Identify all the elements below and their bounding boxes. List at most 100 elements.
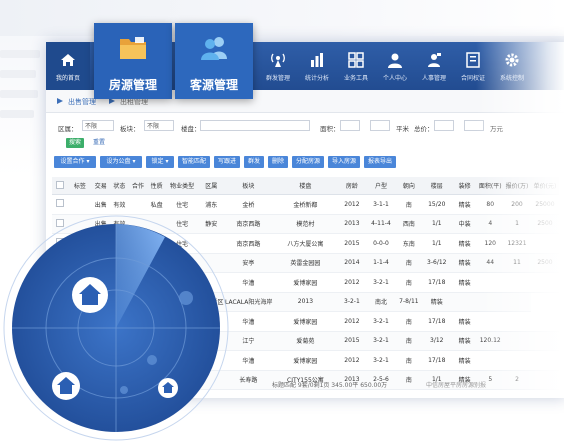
- table-cell: 英雷金园园: [272, 253, 338, 273]
- tile-listing-label: 房源管理: [108, 78, 157, 92]
- lock-button[interactable]: 锁定 ▾: [146, 156, 174, 168]
- size-unit: 平米: [396, 125, 409, 133]
- table-cell: 精装: [451, 233, 478, 254]
- table-cell: 2014: [337, 253, 366, 273]
- nav-system[interactable]: 系统控制: [492, 42, 532, 90]
- nav-home[interactable]: 我的首页: [46, 42, 90, 90]
- table-cell: 2012: [337, 311, 366, 332]
- column-header: 板块: [224, 177, 273, 195]
- table-cell: 1/1: [421, 233, 452, 254]
- table-cell: [530, 311, 559, 332]
- set-public-button[interactable]: 设为公盘 ▾: [100, 156, 142, 168]
- table-cell: 精装: [451, 350, 478, 371]
- column-header: 区属: [198, 177, 225, 195]
- table-cell: 精装: [421, 292, 452, 312]
- block-label: 板块：: [120, 125, 140, 133]
- id-card-icon: [428, 53, 441, 67]
- table-cell: 中装: [451, 214, 478, 234]
- table-cell: 1: [503, 214, 531, 234]
- tab-sale[interactable]: 出售管理: [68, 97, 96, 107]
- set-cooperation-button[interactable]: 设置合作 ▾: [54, 156, 96, 168]
- row-checkbox[interactable]: [56, 199, 65, 208]
- table-cell: 4: [477, 214, 504, 234]
- select-all-checkbox-header[interactable]: [52, 177, 69, 195]
- reset-button[interactable]: 重置: [90, 138, 108, 148]
- nav-hr[interactable]: 人事管理: [414, 42, 454, 90]
- table-cell: 南: [396, 272, 422, 293]
- table-cell: 模范村: [272, 214, 338, 234]
- search-button[interactable]: 搜索: [66, 138, 84, 148]
- followup-button[interactable]: 写跟进: [214, 156, 240, 168]
- export-report-button[interactable]: 报表导出: [364, 156, 396, 168]
- folder-icon: [120, 37, 146, 59]
- table-cell: 南: [396, 331, 422, 351]
- area-select[interactable]: 不限: [82, 120, 114, 131]
- table-cell: 东南: [396, 233, 422, 254]
- table-cell: 3-1-1: [365, 194, 397, 215]
- column-header: 状态: [110, 177, 129, 195]
- column-header: 标签: [68, 177, 92, 195]
- column-header: 楼盘: [272, 177, 338, 195]
- table-cell: 金桥新都: [272, 194, 338, 215]
- table-cell: [477, 350, 504, 371]
- import-listing-button[interactable]: 导入房源: [328, 156, 360, 168]
- table-cell: 1/1: [421, 214, 452, 234]
- nav-broadcast[interactable]: 群发管理: [258, 42, 298, 90]
- table-cell: 南: [396, 311, 422, 332]
- table-cell: 八方大厦公寓: [272, 233, 338, 254]
- nav-home-label: 我的首页: [55, 75, 80, 82]
- nav-tools[interactable]: 业务工具: [336, 42, 376, 90]
- table-cell: 4-11-4: [365, 214, 397, 234]
- delete-button[interactable]: 删除: [268, 156, 288, 168]
- home-icon: [72, 277, 108, 313]
- footer-right: 中信房屋平房房源别报: [426, 382, 487, 389]
- table-cell: 爱菊苑: [272, 331, 338, 351]
- table-cell: 南: [396, 253, 422, 273]
- table-cell: 2013: [337, 214, 366, 234]
- table-cell: 3-2-1: [365, 331, 397, 351]
- column-header: 装修: [451, 177, 478, 195]
- nav-profile[interactable]: 个人中心: [375, 42, 415, 90]
- size-min-input[interactable]: [340, 120, 360, 131]
- tile-listing-management[interactable]: 房源管理: [94, 23, 172, 99]
- table-cell: 12321: [503, 233, 531, 254]
- nav-statistics[interactable]: 统计分析: [297, 42, 337, 90]
- background-row: [0, 90, 38, 98]
- grid-icon: [348, 52, 364, 68]
- table-cell: 17/18: [421, 311, 452, 332]
- table-cell: 200: [503, 194, 531, 215]
- block-select[interactable]: 不限: [144, 120, 174, 131]
- broadcast-button[interactable]: 群发: [244, 156, 264, 168]
- table-cell: [477, 292, 504, 312]
- nav-contract[interactable]: 合同权证: [453, 42, 493, 90]
- table-cell: 精装: [451, 272, 478, 293]
- table-cell: 3-2-1: [337, 292, 366, 312]
- price-max-input[interactable]: [464, 120, 484, 131]
- table-cell: [530, 233, 559, 254]
- price-min-input[interactable]: [434, 120, 454, 131]
- radar-graphic: [3, 215, 229, 441]
- table-cell: 17/18: [421, 272, 452, 293]
- column-header: 合作: [128, 177, 148, 195]
- size-max-input[interactable]: [370, 120, 390, 131]
- column-header: 性质: [147, 177, 166, 195]
- assign-listing-button[interactable]: 分配房源: [292, 156, 324, 168]
- building-input[interactable]: [200, 120, 310, 131]
- column-header: 楼层: [421, 177, 452, 195]
- users-icon: [201, 37, 227, 60]
- smart-match-button[interactable]: 智能匹配: [178, 156, 210, 168]
- column-header: 朝向: [396, 177, 422, 195]
- table-cell: [503, 311, 531, 332]
- table-cell: 17/18: [421, 350, 452, 371]
- column-header: 户型: [365, 177, 397, 195]
- tile-customer-management[interactable]: 客源管理: [175, 23, 253, 99]
- size-label: 面积：: [320, 125, 340, 133]
- table-cell: 3-6/12: [421, 253, 452, 273]
- background-row: [0, 50, 40, 58]
- table-cell: 1-1-4: [365, 253, 397, 273]
- table-cell: [451, 292, 478, 312]
- select-all-checkbox[interactable]: [56, 180, 65, 189]
- table-cell: [503, 272, 531, 293]
- table-cell: [503, 331, 531, 351]
- table-cell: 爱博家园: [272, 272, 338, 293]
